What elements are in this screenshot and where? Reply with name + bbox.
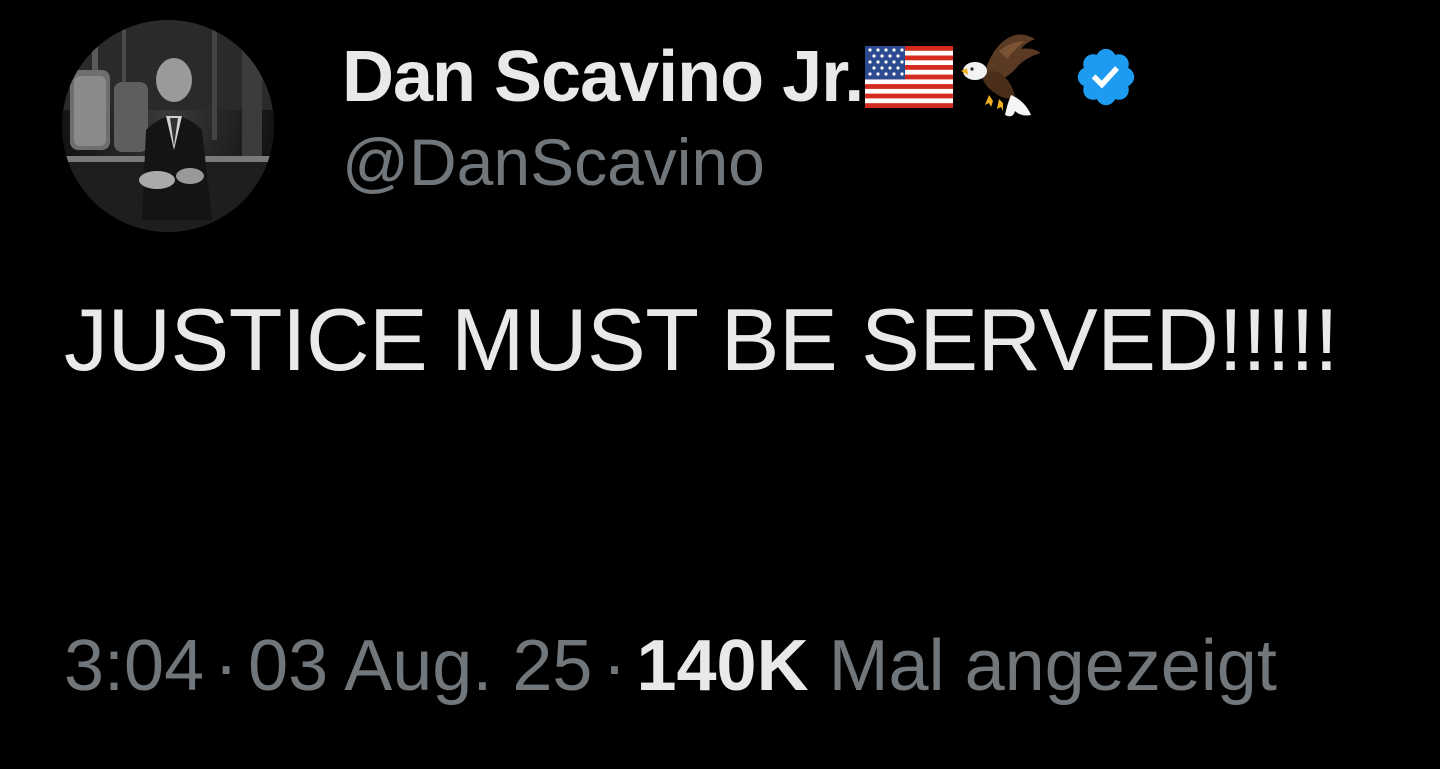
tweet-header: Dan Scavino Jr. @DanScavino bbox=[342, 34, 1139, 202]
tweet-date[interactable]: 03 Aug. 25 bbox=[248, 626, 592, 706]
flag-usa-icon bbox=[865, 46, 954, 108]
meta-separator: · bbox=[214, 626, 239, 706]
display-name[interactable]: Dan Scavino Jr. bbox=[342, 34, 864, 120]
tweet-detail: Dan Scavino Jr. @DanScavino JUSTICE MUST… bbox=[0, 0, 1440, 769]
tweet-time[interactable]: 3:04 bbox=[64, 626, 204, 706]
tweet-meta: 3:04 · 03 Aug. 25 · 140K Mal angezeigt bbox=[64, 624, 1277, 708]
meta-separator: · bbox=[602, 626, 627, 706]
verified-badge-icon[interactable] bbox=[1073, 44, 1139, 110]
avatar-photo bbox=[62, 20, 274, 232]
tweet-text: JUSTICE MUST BE SERVED!!!!! bbox=[64, 290, 1339, 389]
name-row: Dan Scavino Jr. bbox=[342, 34, 1139, 120]
avatar[interactable] bbox=[62, 20, 274, 232]
eagle-icon bbox=[955, 31, 1047, 123]
views-count[interactable]: 140K bbox=[636, 626, 808, 706]
views-label: Mal angezeigt bbox=[828, 626, 1277, 706]
user-handle[interactable]: @DanScavino bbox=[342, 122, 1139, 202]
